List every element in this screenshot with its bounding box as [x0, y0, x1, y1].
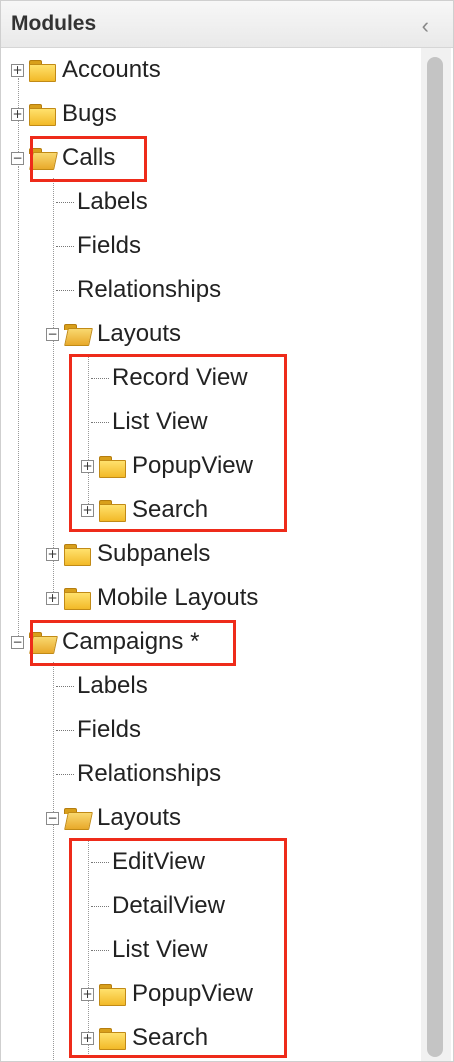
- tree-dots: [56, 729, 74, 731]
- collapse-icon[interactable]: −: [46, 327, 59, 341]
- tree-leaf-calls-labels[interactable]: Labels: [56, 182, 148, 222]
- open-folder-icon: [63, 807, 93, 830]
- highlight-box: [30, 136, 147, 182]
- highlight-box: [30, 620, 236, 666]
- tree-node-mobile-layouts[interactable]: + Mobile Layouts: [46, 578, 258, 618]
- tree-leaf-campaigns-labels[interactable]: Labels: [56, 666, 148, 706]
- leaf-label[interactable]: Labels: [77, 188, 148, 216]
- tree-dots: [56, 245, 74, 247]
- scrollbar-thumb[interactable]: [427, 57, 443, 1057]
- tree-node-accounts[interactable]: + Accounts: [11, 50, 161, 90]
- tree-node-subpanels[interactable]: + Subpanels: [46, 534, 210, 574]
- tree-node-calls-layouts[interactable]: − Layouts: [46, 314, 181, 354]
- tree-dots: [56, 289, 74, 291]
- tree-node-bugs[interactable]: + Bugs: [11, 94, 117, 134]
- node-label[interactable]: Bugs: [62, 100, 117, 128]
- tree-dots: [56, 685, 74, 687]
- node-label[interactable]: Layouts: [97, 320, 181, 348]
- tree-node-campaigns-layouts[interactable]: − Layouts: [46, 798, 181, 838]
- tree-connector: [53, 662, 54, 1061]
- highlight-box: [69, 838, 287, 1058]
- collapse-icon[interactable]: −: [11, 635, 24, 649]
- module-tree: + Accounts + Bugs − Calls Labels Fields …: [1, 48, 419, 1061]
- leaf-label[interactable]: Relationships: [77, 760, 221, 788]
- leaf-label[interactable]: Fields: [77, 232, 141, 260]
- tree-dots: [56, 773, 74, 775]
- folder-icon: [28, 59, 56, 82]
- expand-icon[interactable]: +: [46, 591, 59, 605]
- node-label[interactable]: Mobile Layouts: [97, 584, 258, 612]
- tree-connector: [18, 166, 19, 646]
- expand-icon[interactable]: +: [11, 63, 24, 77]
- node-label[interactable]: Subpanels: [97, 540, 210, 568]
- leaf-label[interactable]: Labels: [77, 672, 148, 700]
- folder-icon: [63, 543, 91, 566]
- expand-icon[interactable]: +: [11, 107, 24, 121]
- collapse-icon[interactable]: −: [46, 811, 59, 825]
- tree-leaf-calls-fields[interactable]: Fields: [56, 226, 141, 266]
- panel-title: Modules: [11, 12, 97, 35]
- folder-icon: [28, 103, 56, 126]
- chevron-left-icon[interactable]: ‹: [422, 13, 429, 39]
- collapse-icon[interactable]: −: [11, 151, 24, 165]
- tree-dots: [56, 201, 74, 203]
- folder-icon: [63, 587, 91, 610]
- panel-header: Modules ‹: [1, 1, 453, 48]
- open-folder-icon: [63, 323, 93, 346]
- tree-leaf-campaigns-fields[interactable]: Fields: [56, 710, 141, 750]
- expand-icon[interactable]: +: [46, 547, 59, 561]
- tree-leaf-calls-relationships[interactable]: Relationships: [56, 270, 221, 310]
- node-label[interactable]: Layouts: [97, 804, 181, 832]
- tree-leaf-campaigns-relationships[interactable]: Relationships: [56, 754, 221, 794]
- modules-panel: Modules ‹ + Accounts + Bugs − Calls Labe…: [0, 0, 454, 1062]
- leaf-label[interactable]: Fields: [77, 716, 141, 744]
- leaf-label[interactable]: Relationships: [77, 276, 221, 304]
- node-label[interactable]: Accounts: [62, 56, 161, 84]
- highlight-box: [69, 354, 287, 532]
